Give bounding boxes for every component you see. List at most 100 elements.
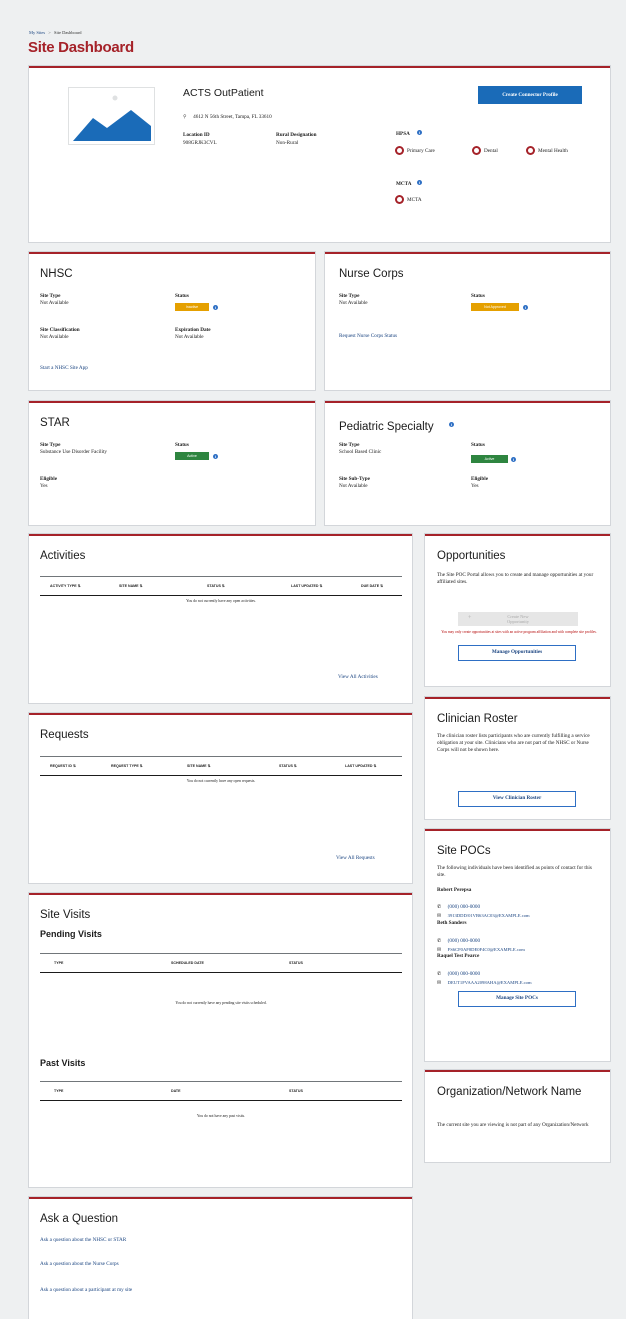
ask-question-title: Ask a Question [40,1213,118,1225]
clinician-roster-card: Clinician Roster The clinician roster li… [425,697,610,819]
view-all-requests-link[interactable]: View All Requests [336,855,375,861]
poc-email-3[interactable]: DEUT1FVAAA2098AHA@EXAMPLE.com [448,980,532,985]
requests-empty-message: You do not currently have any open reque… [186,779,256,783]
activities-col-site-name[interactable]: SITE NAME ⇅ [119,584,143,588]
nhsc-status-label: Status [175,293,189,299]
requests-col-request-type[interactable]: REQUEST TYPE ⇅ [111,764,143,768]
create-new-opportunity-label: Create New Opportunity [507,614,529,624]
breadcrumb-separator: > [48,30,51,35]
nhsc-site-type-value: Not Available [40,300,69,306]
past-header-bottom-line [40,1100,402,1101]
pediatric-eligible-value: Yes [471,483,479,489]
site-image-placeholder [68,87,155,145]
opportunities-description: The Site POC Portal allows you to create… [437,572,594,585]
manage-site-pocs-button[interactable]: Manage Site POCs [458,991,576,1007]
view-clinician-roster-button[interactable]: View Clinician Roster [458,791,576,807]
page-title: Site Dashboard [28,39,134,56]
star-status-label: Status [175,442,189,448]
ask-nhsc-star-link[interactable]: Ask a question about the NHSC or STAR [40,1237,126,1243]
pending-empty-message: You do not currently have any pending si… [175,1001,267,1005]
star-status-info-icon[interactable]: i [213,454,218,459]
create-connector-profile-button[interactable]: Create Connector Profile [478,86,582,104]
activities-col-due-date[interactable]: DUE DATE ⇅ [361,584,383,588]
pending-header-top-line [40,953,402,954]
pediatric-site-type-label: Site Type [339,442,360,448]
hpsa-info-icon[interactable]: i [417,130,422,135]
nhsc-status-info-icon[interactable]: i [213,305,218,310]
breadcrumb-link-my-sites[interactable]: My Sites [29,30,45,35]
opportunities-warning: You may only create opportunities at sit… [441,630,597,634]
view-all-activities-link[interactable]: View All Activities [338,674,378,680]
requests-col-site-name[interactable]: SITE NAME ⇅ [187,764,211,768]
star-eligible-label: Eligible [40,476,58,482]
email-icon: ✉ [437,913,442,919]
mcta-icon [395,195,404,204]
rural-designation-label: Rural Designation [276,132,317,138]
requests-card: Requests REQUEST ID ⇅ REQUEST TYPE ⇅ SIT… [29,713,412,883]
activities-col-activity-type[interactable]: ACTIVITY TYPE ⇅ [50,584,81,588]
past-col-status: STATUS [289,1089,303,1093]
pending-col-status: STATUS [289,961,303,965]
nurse-status-badge: Not Approved [471,303,519,311]
plus-icon: + [468,615,472,621]
requests-col-request-id[interactable]: REQUEST ID ⇅ [50,764,76,768]
past-col-type: TYPE [54,1089,64,1093]
requests-title: Requests [40,729,89,741]
pediatric-status-info-icon[interactable]: i [511,457,516,462]
pediatric-title-row: Pediatric Specialty [339,417,434,435]
poc-email-1[interactable]: 3913DDD/01VB63AC03@EXAMPLE.com [448,913,530,918]
activities-col-status[interactable]: STATUS ⇅ [207,584,225,588]
nhsc-status-badge: Inactive [175,303,209,311]
image-icon [73,95,151,141]
create-new-opportunity-button[interactable]: + Create New Opportunity [458,612,578,626]
past-header-top-line [40,1081,402,1082]
star-title: STAR [40,417,70,429]
mcta-info-icon[interactable]: i [417,180,422,185]
activities-header-bottom-line [40,595,402,596]
nurse-site-type-label: Site Type [339,293,360,299]
hpsa-label: HPSA [396,131,410,137]
breadcrumb-current: Site Dashboard [53,30,82,35]
breadcrumb: My Sites > Site Dashboard [29,30,82,35]
site-visits-title: Site Visits [40,909,91,921]
nhsc-title: NHSC [40,268,73,280]
ask-participant-link[interactable]: Ask a question about a participant at my… [40,1287,132,1293]
manage-opportunities-button[interactable]: Manage Opportunities [458,645,576,661]
poc-name-1: Robert Perepsa [437,887,472,893]
rural-designation-value: Non-Rural [276,140,299,146]
mcta-item: MCTA [407,197,422,203]
nhsc-classification-value: Not Available [40,334,69,340]
primary-care-icon [395,146,404,155]
pediatric-status-badge: Active [471,455,508,463]
nurse-status-info-icon[interactable]: i [523,305,528,310]
site-pocs-card: Site POCs The following individuals have… [425,829,610,1061]
requests-col-status[interactable]: STATUS ⇅ [279,764,297,768]
pediatric-status-label: Status [471,442,485,448]
ask-question-card: Ask a Question Ask a question about the … [29,1197,412,1319]
hpsa-primary-care: Primary Care [407,148,435,154]
request-nurse-corps-status-link[interactable]: Request Nurse Corps Status [339,333,397,339]
location-id-label: Location ID [183,132,210,138]
nurse-site-type-value: Not Available [339,300,368,306]
star-status-badge: Active [175,452,209,460]
site-name: ACTS OutPatient [183,87,264,99]
past-col-date: DATE [171,1089,181,1093]
ask-nurse-corps-link[interactable]: Ask a question about the Nurse Corps [40,1261,119,1267]
poc-email-2[interactable]: FS6CF0AF8DE0F4C0@EXAMPLE.com [448,947,525,952]
site-address-text: 4612 N 56th Street, Tampa, FL 33610 [193,114,272,120]
pending-col-scheduled-date: SCHEDULED DATE [171,961,204,965]
pending-col-type: TYPE [54,961,64,965]
site-address: ⚲ 4612 N 56th Street, Tampa, FL 33610 [183,105,272,123]
hpsa-dental: Dental [484,148,498,154]
mcta-label: MCTA [396,181,412,187]
dental-icon [472,146,481,155]
requests-col-last-updated[interactable]: LAST UPDATED ⇅ [345,764,377,768]
past-visits-heading: Past Visits [40,1058,86,1068]
activities-card: Activities ACTIVITY TYPE ⇅ SITE NAME ⇅ S… [29,534,412,703]
pediatric-info-icon[interactable]: i [449,422,454,427]
activities-col-last-updated[interactable]: LAST UPDATED ⇅ [291,584,323,588]
past-empty-message: You do not have any past visits. [196,1114,246,1118]
start-nhsc-site-app-link[interactable]: Start a NHSC Site App [40,365,88,371]
nhsc-site-type-label: Site Type [40,293,61,299]
activities-title: Activities [40,550,86,562]
